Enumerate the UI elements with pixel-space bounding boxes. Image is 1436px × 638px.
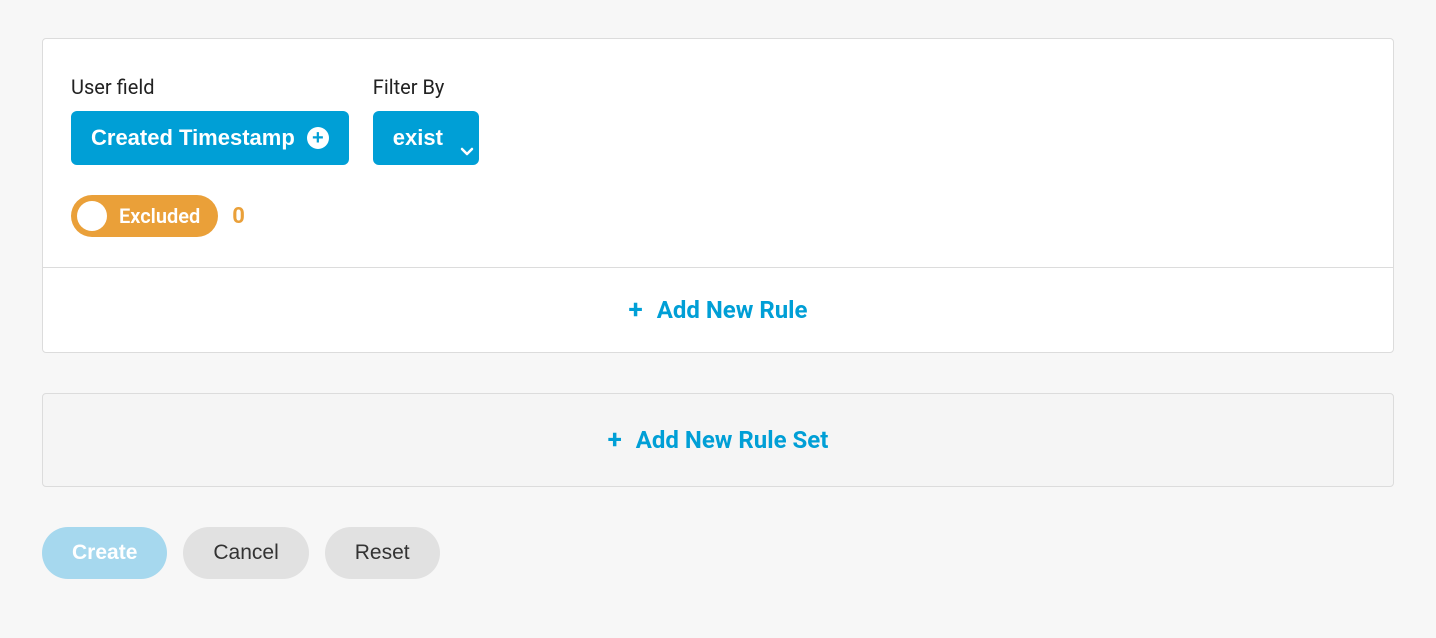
action-button-row: Create Cancel Reset	[42, 527, 1394, 579]
cancel-button[interactable]: Cancel	[183, 527, 308, 579]
excluded-toggle[interactable]: Excluded	[71, 195, 218, 237]
excluded-toggle-label: Excluded	[119, 204, 200, 228]
plus-icon: +	[629, 297, 643, 323]
plus-circle-icon	[307, 127, 329, 149]
filter-by-group: Filter By exist	[373, 75, 479, 165]
rule-content: User field Created Timestamp Filter By e…	[43, 39, 1393, 267]
add-new-rule-set-label: Add New Rule Set	[636, 426, 829, 454]
add-new-rule-set-button[interactable]: + Add New Rule Set	[608, 426, 829, 454]
create-button[interactable]: Create	[42, 527, 167, 579]
user-field-value: Created Timestamp	[91, 125, 295, 151]
excluded-toggle-row: Excluded 0	[71, 195, 1365, 237]
rule-card: User field Created Timestamp Filter By e…	[42, 38, 1394, 353]
user-field-selector[interactable]: Created Timestamp	[71, 111, 349, 165]
filter-by-value: exist	[393, 125, 443, 151]
filter-by-selector[interactable]: exist	[373, 111, 479, 165]
reset-button[interactable]: Reset	[325, 527, 440, 579]
excluded-count: 0	[232, 204, 245, 229]
add-new-rule-button[interactable]: + Add New Rule	[629, 296, 808, 324]
add-rule-set-card: + Add New Rule Set	[42, 393, 1394, 487]
add-rule-row: + Add New Rule	[43, 267, 1393, 352]
user-field-group: User field Created Timestamp	[71, 75, 349, 165]
filter-by-label: Filter By	[373, 75, 479, 99]
plus-icon: +	[608, 427, 622, 453]
add-new-rule-label: Add New Rule	[657, 296, 808, 324]
toggle-knob	[77, 201, 107, 231]
user-field-label: User field	[71, 75, 349, 99]
field-row: User field Created Timestamp Filter By e…	[71, 75, 1365, 165]
